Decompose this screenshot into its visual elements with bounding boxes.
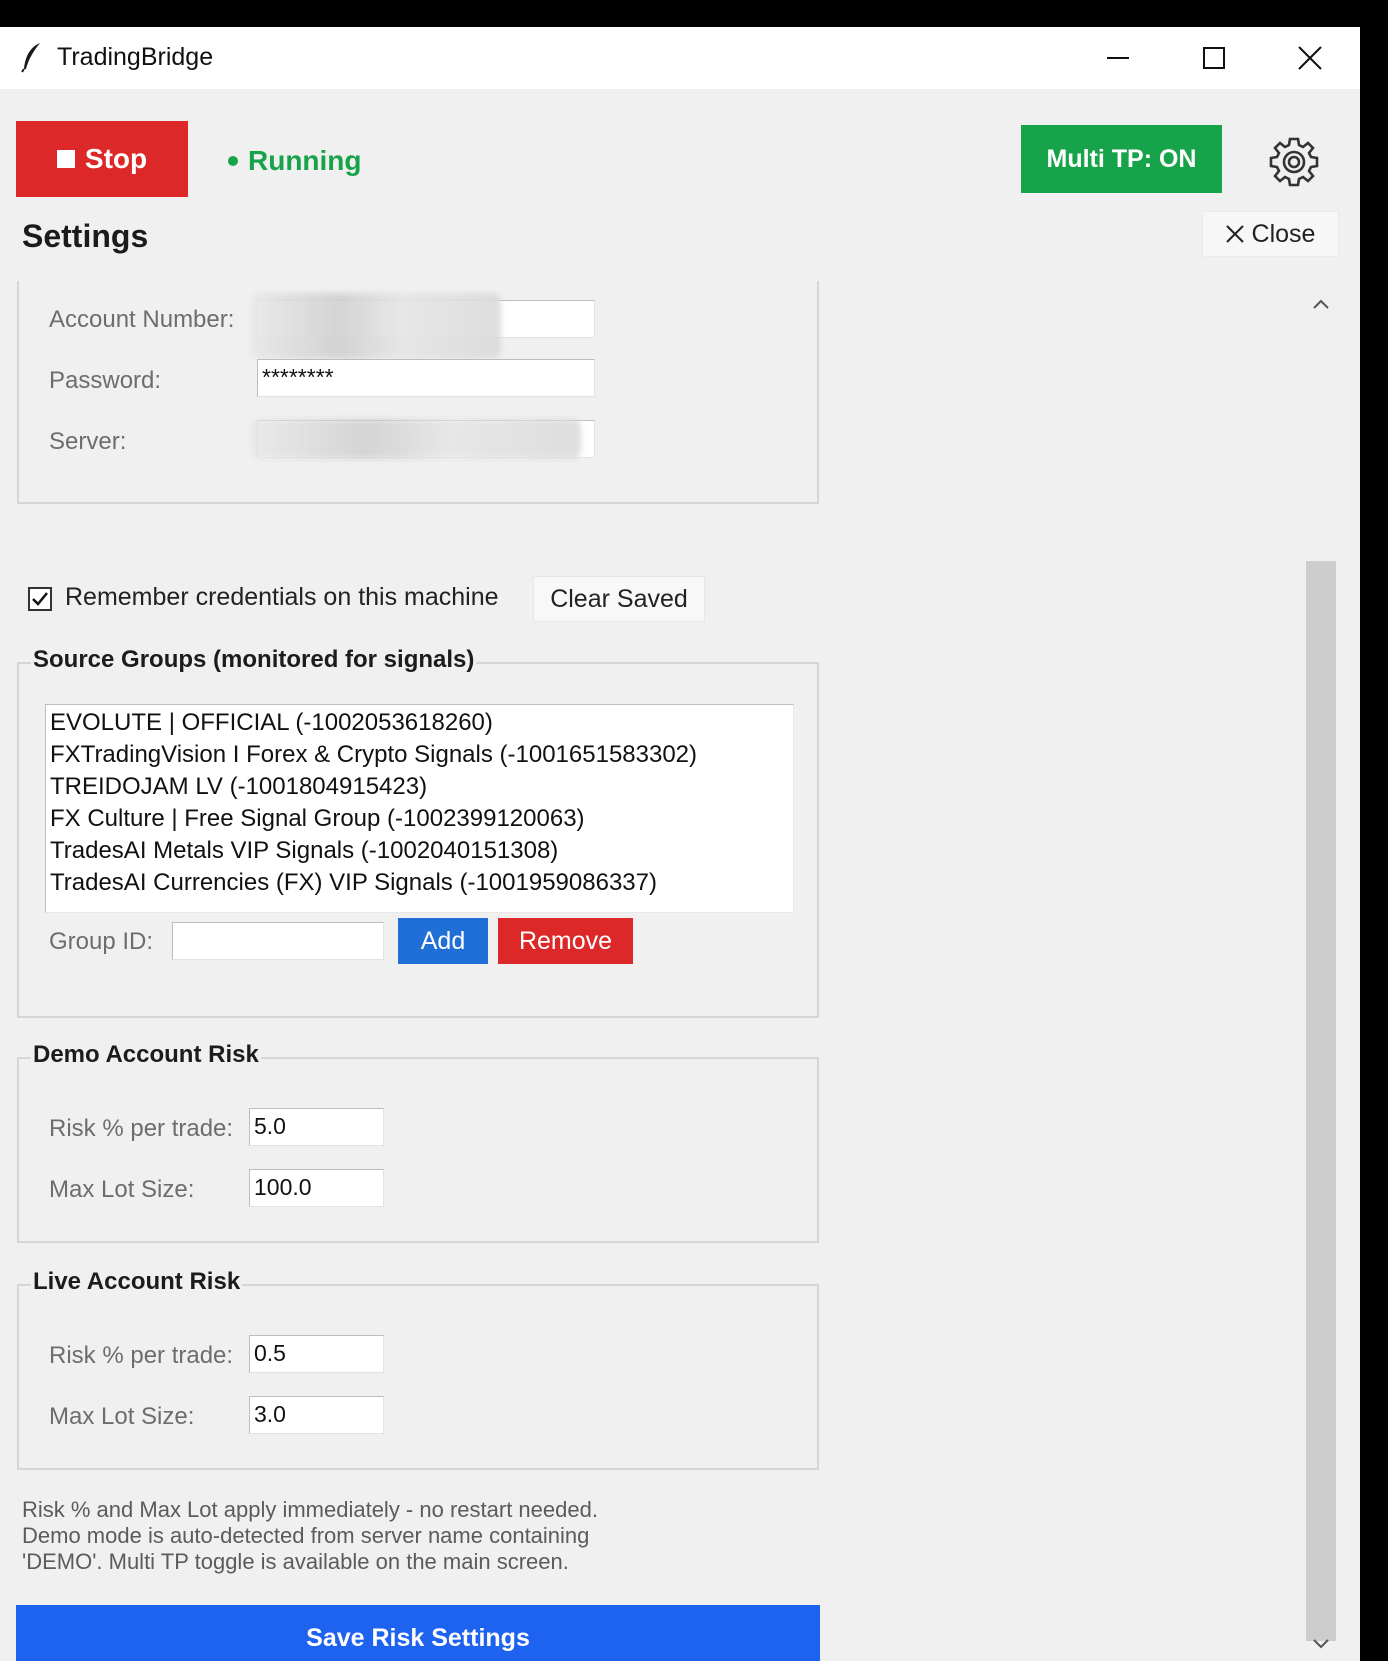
list-item[interactable]: TradesAI Currencies (FX) VIP Signals (-1… (50, 867, 789, 899)
list-item[interactable]: TradesAI Metals VIP Signals (-1002040151… (50, 835, 789, 867)
scroll-down-button[interactable] (1304, 1631, 1338, 1657)
multi-tp-toggle-button[interactable]: Multi TP: ON (1021, 125, 1222, 193)
status-dot-icon (228, 156, 238, 166)
add-group-button[interactable]: Add (398, 918, 488, 964)
demo-risk-input[interactable]: 5.0 (249, 1108, 384, 1146)
stop-button-label: Stop (84, 143, 148, 174)
list-item[interactable]: FXTradingVision I Forex & Crypto Signals… (50, 739, 789, 771)
app-window: TradingBridge Stop Running Multi TP: ON … (0, 27, 1360, 1661)
minimize-icon (1107, 57, 1129, 59)
running-status: Running (228, 145, 362, 177)
settings-title: Settings (22, 218, 149, 254)
demo-risk-group: Demo Account Risk Risk % per trade: 5.0 … (17, 1041, 819, 1243)
redacted-blur (251, 293, 501, 359)
remove-group-button[interactable]: Remove (498, 918, 633, 964)
account-group: Account Number: Password: ******** Serve… (17, 281, 819, 504)
scroll-up-button[interactable] (1304, 291, 1338, 317)
remember-credentials-label: Remember credentials on this machine (65, 583, 499, 611)
account-number-label: Account Number: (49, 306, 235, 333)
scroll-thumb[interactable] (1306, 561, 1336, 1641)
demo-max-lot-label: Max Lot Size: (49, 1176, 195, 1203)
stop-icon (56, 150, 75, 168)
source-groups-group: Source Groups (monitored for signals) EV… (17, 646, 819, 1018)
server-label: Server: (49, 428, 127, 455)
demo-risk-label: Risk % per trade: (49, 1115, 234, 1142)
window-title: TradingBridge (57, 43, 214, 71)
list-item[interactable]: EVOLUTE | OFFICIAL (-1002053618260) (50, 707, 789, 739)
group-id-input[interactable] (172, 922, 384, 960)
clear-saved-button[interactable]: Clear Saved (533, 576, 705, 622)
live-max-lot-label: Max Lot Size: (49, 1403, 195, 1430)
password-label: Password: (49, 367, 162, 394)
live-risk-group: Live Account Risk Risk % per trade: 0.5 … (17, 1268, 819, 1470)
close-settings-button[interactable]: Close (1202, 211, 1339, 257)
note-line: Demo mode is auto-detected from server n… (22, 1523, 590, 1548)
remember-credentials-checkbox[interactable] (28, 587, 52, 611)
group-id-label: Group ID: (49, 928, 154, 955)
note-line: Risk % and Max Lot apply immediately - n… (22, 1497, 598, 1522)
source-groups-list[interactable]: EVOLUTE | OFFICIAL (-1002053618260) FXTr… (45, 704, 794, 913)
redacted-blur (251, 419, 581, 459)
close-settings-label: Close (1251, 219, 1316, 248)
stop-button[interactable]: Stop (16, 121, 188, 197)
vertical-scrollbar[interactable] (1304, 281, 1338, 1661)
password-input[interactable]: ******** (257, 359, 595, 397)
gear-icon[interactable] (1268, 135, 1320, 187)
feather-icon (21, 43, 40, 73)
status-text: Running (248, 145, 362, 176)
source-groups-legend: Source Groups (monitored for signals) (31, 646, 477, 674)
title-bar: TradingBridge (0, 27, 1360, 89)
note-line: 'DEMO'. Multi TP toggle is available on … (22, 1549, 569, 1574)
chevron-up-icon (1313, 299, 1329, 309)
close-window-button[interactable] (1262, 27, 1358, 89)
live-risk-legend: Live Account Risk (31, 1268, 243, 1296)
close-icon (1225, 225, 1244, 243)
demo-max-lot-input[interactable]: 100.0 (249, 1169, 384, 1207)
live-max-lot-input[interactable]: 3.0 (249, 1396, 384, 1434)
risk-settings-note: Risk % and Max Lot apply immediately - n… (22, 1497, 822, 1575)
list-item[interactable]: TREIDOJAM LV (-1001804915423) (50, 771, 789, 803)
maximize-button[interactable] (1166, 27, 1262, 89)
close-icon (1298, 46, 1322, 70)
chevron-down-icon (1313, 1639, 1329, 1649)
demo-risk-legend: Demo Account Risk (31, 1041, 261, 1069)
checkmark-icon (32, 592, 48, 606)
maximize-icon (1203, 47, 1225, 69)
live-risk-label: Risk % per trade: (49, 1342, 234, 1369)
live-risk-input[interactable]: 0.5 (249, 1335, 384, 1373)
settings-scroll-area: Account Number: Password: ******** Serve… (0, 281, 1360, 1661)
save-risk-settings-button[interactable]: Save Risk Settings (16, 1605, 820, 1661)
list-item[interactable]: FX Culture | Free Signal Group (-1002399… (50, 803, 789, 835)
minimize-button[interactable] (1070, 27, 1166, 89)
